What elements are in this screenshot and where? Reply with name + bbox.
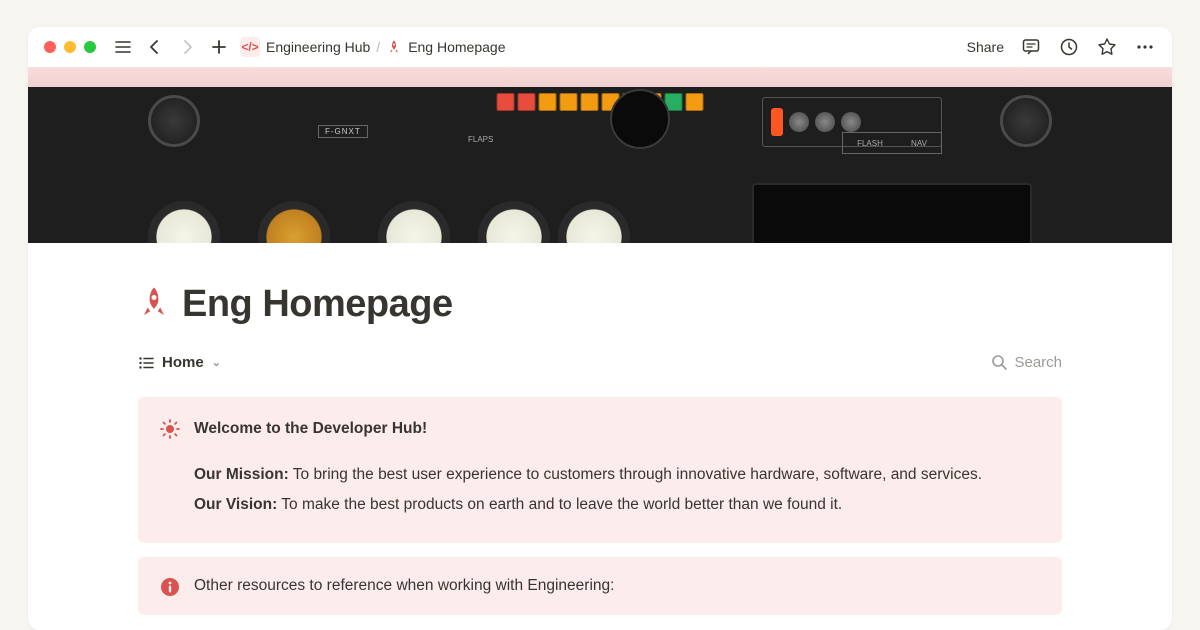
title-row: Eng Homepage: [138, 283, 1062, 326]
list-icon: [138, 355, 154, 371]
cockpit-panel: F-GNXT FLAPS FLASHNAV: [28, 87, 1172, 243]
gauge: [478, 201, 550, 243]
gauge: [378, 201, 450, 243]
breadcrumb: </> Engineering Hub / Eng Homepage: [240, 37, 957, 57]
compass-gauge: [610, 89, 670, 149]
back-button[interactable]: [144, 36, 166, 58]
breadcrumb-separator: /: [376, 39, 380, 55]
share-button[interactable]: Share: [967, 39, 1004, 55]
knob-left: [148, 95, 200, 147]
page-title[interactable]: Eng Homepage: [182, 283, 453, 326]
rocket-icon: [386, 39, 402, 55]
welcome-heading: Welcome to the Developer Hub!: [194, 417, 982, 441]
page-content: Eng Homepage Home ⌄ Search Welcome to th…: [28, 243, 1172, 615]
info-icon: [160, 577, 180, 597]
warning-buttons-row: [497, 93, 704, 111]
gauge: [258, 201, 330, 243]
search-button[interactable]: Search: [991, 354, 1062, 371]
view-tabs-row: Home ⌄ Search: [138, 354, 1062, 379]
window-controls: [44, 41, 96, 53]
topbar-actions: Share: [967, 36, 1156, 58]
chevron-down-icon: ⌄: [212, 356, 221, 369]
search-label: Search: [1014, 354, 1062, 371]
code-bracket-icon: </>: [240, 37, 260, 57]
minimize-window-button[interactable]: [64, 41, 76, 53]
welcome-callout[interactable]: Welcome to the Developer Hub! Our Missio…: [138, 397, 1062, 543]
flash-nav-panel: FLASHNAV: [842, 132, 942, 154]
view-selector[interactable]: Home ⌄: [138, 354, 221, 371]
breadcrumb-current[interactable]: Eng Homepage: [408, 39, 505, 55]
forward-button[interactable]: [176, 36, 198, 58]
sun-icon: [160, 419, 180, 523]
rocket-icon[interactable]: [138, 289, 170, 321]
registration-plate: F-GNXT: [318, 125, 368, 138]
dark-screen: [752, 183, 1032, 243]
star-icon[interactable]: [1096, 36, 1118, 58]
topbar: </> Engineering Hub / Eng Homepage Share: [28, 27, 1172, 67]
search-icon: [991, 354, 1008, 371]
sidebar-toggle-icon[interactable]: [112, 36, 134, 58]
callout-body: Welcome to the Developer Hub! Our Missio…: [194, 417, 982, 523]
clock-icon[interactable]: [1058, 36, 1080, 58]
resources-callout[interactable]: Other resources to reference when workin…: [138, 557, 1062, 615]
gauge: [148, 201, 220, 243]
close-window-button[interactable]: [44, 41, 56, 53]
gauge: [558, 201, 630, 243]
breadcrumb-parent[interactable]: Engineering Hub: [266, 39, 370, 55]
more-icon[interactable]: [1134, 36, 1156, 58]
maximize-window-button[interactable]: [84, 41, 96, 53]
resources-text: Other resources to reference when workin…: [194, 577, 614, 595]
new-page-button[interactable]: [208, 36, 230, 58]
view-name: Home: [162, 354, 204, 371]
knob-right: [1000, 95, 1052, 147]
app-window: </> Engineering Hub / Eng Homepage Share: [28, 27, 1172, 630]
comments-icon[interactable]: [1020, 36, 1042, 58]
flaps-label: FLAPS: [468, 135, 493, 144]
cover-image[interactable]: F-GNXT FLAPS FLASHNAV: [28, 67, 1172, 243]
mission-line: Our Mission: To bring the best user expe…: [194, 463, 982, 487]
vision-line: Our Vision: To make the best products on…: [194, 493, 982, 517]
